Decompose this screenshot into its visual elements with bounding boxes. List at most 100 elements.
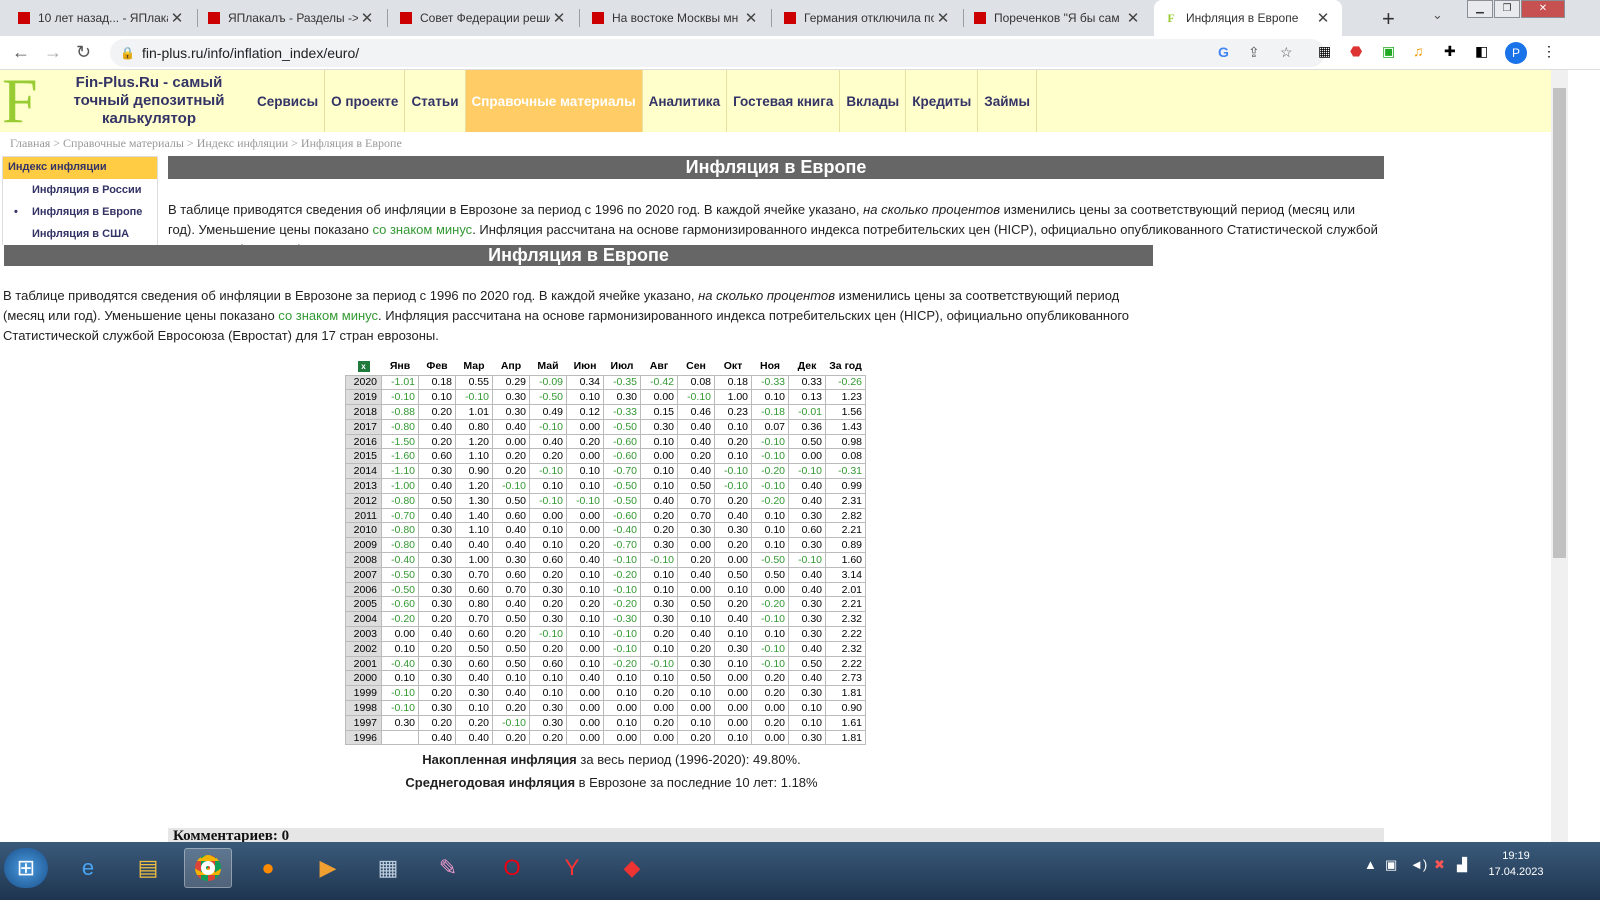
taskbar xyxy=(0,842,1600,900)
start-button[interactable]: ⊞ xyxy=(4,848,48,888)
value-cell: 0.12 xyxy=(566,404,604,420)
value-cell: 2.22 xyxy=(825,655,866,672)
close-window-icon[interactable]: ✕ xyxy=(1521,0,1565,18)
puzzle-icon[interactable]: ✚ xyxy=(1444,43,1456,60)
value-cell: 2.82 xyxy=(825,507,866,524)
yandex-icon[interactable]: Y xyxy=(548,848,596,888)
sidebar-item[interactable]: • Инфляция в Европе xyxy=(3,201,157,223)
value-cell: 0.10 xyxy=(640,670,678,687)
vertical-scrollbar[interactable] xyxy=(1551,70,1568,845)
menu-item[interactable]: Займы xyxy=(978,70,1038,132)
tray-device-icon[interactable]: ▣ xyxy=(1385,857,1397,873)
menu-item[interactable]: Справочные материалы xyxy=(465,70,643,132)
share-icon[interactable]: ⇪ xyxy=(1248,44,1260,61)
value-cell: -0.20 xyxy=(751,492,789,509)
table-row: 2015 -1.60 0.60 1.10 0.20 0.20 0.00 -0.60 0.00 0.… xyxy=(345,448,866,465)
extension-icon-1[interactable]: ▦ xyxy=(1318,43,1331,60)
reload-icon[interactable]: ↻ xyxy=(76,42,91,63)
restore-icon[interactable]: ❐ xyxy=(1494,0,1520,18)
value-cell: 1.00 xyxy=(455,552,493,568)
side-panel-icon[interactable]: ◧ xyxy=(1475,43,1488,60)
browser-tab[interactable]: 10 лет назад... - ЯПлакал ✕ xyxy=(8,0,196,36)
sidebar-header[interactable]: Индекс инфляции xyxy=(3,157,157,179)
value-cell: 0.10 xyxy=(492,670,530,687)
new-tab-button[interactable]: + xyxy=(1382,6,1395,32)
menu-item[interactable]: Аналитика xyxy=(643,70,728,132)
tab-close-icon[interactable]: ✕ xyxy=(1124,9,1142,27)
menu-item[interactable]: О проекте xyxy=(325,70,406,132)
site-slogan[interactable]: Fin-Plus.Ru - самый точный депозитный ка… xyxy=(60,74,238,128)
minimize-icon[interactable]: ▁ xyxy=(1467,0,1493,18)
tab-close-icon[interactable]: ✕ xyxy=(168,9,186,27)
value-cell: -0.35 xyxy=(603,374,641,391)
back-icon[interactable]: ← xyxy=(12,42,30,63)
value-cell: 0.70 xyxy=(455,611,493,628)
yandex-browser-icon[interactable]: ◆ xyxy=(608,848,656,888)
table-row: 2002 0.10 0.20 0.50 0.50 0.20 0.00 -0.10 0.10 0.2… xyxy=(345,640,866,657)
extension-icon-4[interactable]: ♫ xyxy=(1413,43,1424,59)
menu-item[interactable]: Вклады xyxy=(840,70,907,132)
value-cell: 0.00 xyxy=(677,700,715,716)
forward-icon[interactable]: → xyxy=(44,42,62,63)
browser-tab[interactable]: На востоке Москвы мн ✕ xyxy=(582,0,770,36)
google-icon[interactable]: G xyxy=(1218,44,1229,60)
tab-close-icon[interactable]: ✕ xyxy=(742,9,760,27)
browser-tab[interactable]: Пореченков "Я бы сам ✕ xyxy=(964,0,1152,36)
menu-item[interactable]: Сервисы xyxy=(251,70,326,132)
tab-close-icon[interactable]: ✕ xyxy=(1314,9,1332,27)
volume-icon[interactable]: ◄) xyxy=(1410,857,1427,872)
scrollbar-thumb[interactable] xyxy=(1553,88,1566,558)
tab-close-icon[interactable]: ✕ xyxy=(358,9,376,27)
sidebar-item[interactable]: Инфляция в России xyxy=(3,179,157,201)
menu-dots-icon[interactable]: ⋮ xyxy=(1542,43,1556,60)
firefox-icon[interactable]: ● xyxy=(244,848,292,888)
browser-tab[interactable]: Германия отключила по ✕ xyxy=(774,0,962,36)
site-logo[interactable]: F xyxy=(2,70,38,133)
taskbar-clock[interactable]: 19:19 17.04.2023 xyxy=(1488,848,1544,880)
adblock-icon[interactable]: ⬣ xyxy=(1350,43,1362,60)
tab-close-icon[interactable]: ✕ xyxy=(550,9,568,27)
bullet-icon: • xyxy=(14,206,18,218)
value-cell: -0.20 xyxy=(603,655,641,672)
value-cell: 0.20 xyxy=(714,433,752,450)
tab-search-icon[interactable]: ⌄ xyxy=(1432,7,1443,23)
chrome-icon[interactable] xyxy=(184,848,232,888)
value-cell: 0.20 xyxy=(418,685,456,702)
breadcrumb[interactable]: Главная > Справочные материалы > Индекс … xyxy=(10,136,402,151)
year-cell: 2007 xyxy=(345,566,382,583)
table-row: 2006 -0.50 0.30 0.60 0.70 0.30 0.10 -0.10 0.10 0.… xyxy=(345,581,866,598)
browser-tab[interactable]: F Инфляция в Европе ✕ xyxy=(1154,0,1342,36)
profile-avatar[interactable]: P xyxy=(1505,42,1527,64)
calculator-icon[interactable]: ▦ xyxy=(364,848,412,888)
media-player-icon[interactable]: ▶ xyxy=(304,848,352,888)
value-cell: -0.10 xyxy=(677,389,715,406)
paint-icon[interactable]: ✎ xyxy=(424,848,472,888)
ie-icon[interactable]: e xyxy=(64,848,112,888)
value-cell: 0.60 xyxy=(455,626,493,642)
tab-close-icon[interactable]: ✕ xyxy=(934,9,952,27)
value-cell: 0.60 xyxy=(788,522,826,539)
column-header: Дек xyxy=(788,358,826,375)
browser-tab[interactable]: ЯПлакалъ - Разделы -> ✕ xyxy=(198,0,386,36)
extension-icon-3[interactable]: ▣ xyxy=(1382,43,1395,60)
menu-item[interactable]: Гостевая книга xyxy=(727,70,841,132)
network-warning-icon[interactable]: ✖ xyxy=(1434,857,1445,873)
value-cell: 0.30 xyxy=(418,596,456,613)
explorer-icon[interactable]: ▤ xyxy=(124,848,172,888)
opera-icon[interactable]: O xyxy=(488,848,536,888)
omnibox[interactable]: 🔒 fin-plus.ru/info/inflation_index/euro/… xyxy=(110,39,1325,67)
browser-tab[interactable]: Совет Федерации реши ✕ xyxy=(390,0,578,36)
bookmark-star-icon[interactable]: ☆ xyxy=(1280,44,1293,61)
value-cell: 0.20 xyxy=(566,433,604,450)
excel-icon[interactable]: x xyxy=(345,358,382,375)
sidebar-item[interactable]: Инфляция в США xyxy=(3,223,157,245)
year-cell: 1999 xyxy=(345,685,382,702)
value-cell: -0.30 xyxy=(603,611,641,628)
menu-item[interactable]: Кредиты xyxy=(906,70,979,132)
tray-arrow-icon[interactable]: ▲ xyxy=(1364,857,1377,872)
value-cell: 0.70 xyxy=(492,581,530,598)
value-cell: 0.30 xyxy=(418,700,456,716)
signal-icon[interactable]: ▟ xyxy=(1457,857,1467,873)
column-header: Янв xyxy=(381,358,419,375)
menu-item[interactable]: Статьи xyxy=(405,70,466,132)
